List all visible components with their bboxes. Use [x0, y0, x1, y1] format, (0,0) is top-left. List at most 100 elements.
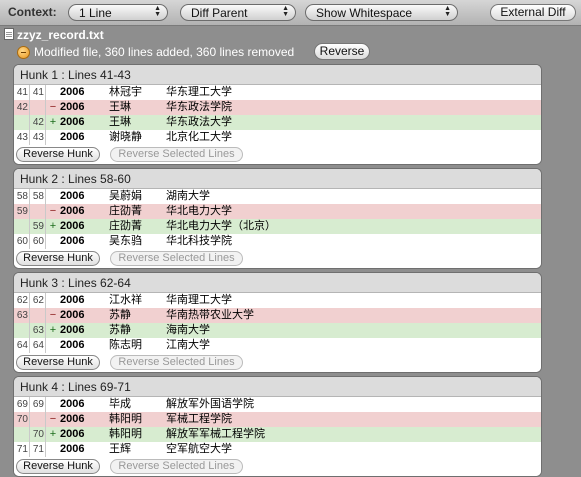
removed-line[interactable]: 70 −2006 韩阳明 军械工程学院	[14, 412, 541, 427]
line-school: 华东政法大学	[166, 116, 232, 128]
line-year: 2006	[60, 398, 85, 410]
added-line[interactable]: 42 +2006 王琳 华东政法大学	[14, 115, 541, 130]
reverse-selected-lines-button[interactable]: Reverse Selected Lines	[110, 147, 243, 162]
gutter-divider	[45, 204, 46, 219]
line-name: 林冠宇	[109, 86, 142, 98]
context-line[interactable]: 69 69 2006 毕成 解放军外国语学院	[14, 397, 541, 412]
hunk-title: Hunk 1 : Lines 41-43	[14, 65, 541, 85]
line-school: 华北电力大学（北京）	[166, 220, 276, 232]
line-name: 吴东驺	[109, 235, 142, 247]
gutter-divider	[45, 412, 46, 427]
line-year: 2006	[60, 309, 85, 321]
gutter-divider	[45, 130, 46, 145]
context-line[interactable]: 58 58 2006 吴蔚娟 湖南大学	[14, 189, 541, 204]
line-school: 空军航空大学	[166, 443, 232, 455]
old-line-number: 63	[16, 310, 28, 321]
added-line[interactable]: 59 +2006 庄劭菁 华北电力大学（北京）	[14, 219, 541, 234]
context-line[interactable]: 41 41 2006 林冠宇 华东理工大学	[14, 85, 541, 100]
removed-line[interactable]: 59 −2006 庄劭菁 华北电力大学	[14, 204, 541, 219]
reverse-selected-lines-button[interactable]: Reverse Selected Lines	[110, 355, 243, 370]
reverse-file-button[interactable]: Reverse	[314, 43, 370, 60]
context-label: Context:	[8, 5, 57, 19]
line-name: 吴蔚娟	[109, 190, 142, 202]
hunk: Hunk 1 : Lines 41-43 41 41 2006 林冠宇 华东理工大学 42−…	[13, 64, 542, 165]
old-line-number: 70	[16, 414, 28, 425]
context-line[interactable]: 60 60 2006 吴东驺 华北科技学院	[14, 234, 541, 249]
gutter-divider	[45, 115, 46, 130]
added-line[interactable]: 70 +2006 韩阳明 解放军军械工程学院	[14, 427, 541, 442]
reverse-hunk-button[interactable]: Reverse Hunk	[16, 459, 100, 474]
line-school: 华南理工大学	[166, 294, 232, 306]
line-school: 北京化工大学	[166, 131, 232, 143]
hunk-title: Hunk 2 : Lines 58-60	[14, 169, 541, 189]
old-line-number: 43	[16, 132, 28, 143]
line-school: 湖南大学	[166, 190, 210, 202]
reverse-hunk-button[interactable]: Reverse Hunk	[16, 251, 100, 266]
reverse-hunk-button[interactable]: Reverse Hunk	[16, 355, 100, 370]
removed-line[interactable]: 63 −2006 苏静 华南热带农业大学	[14, 308, 541, 323]
toolbar: Context: 1 Line ▲ ▼ Diff Parent ▲ ▼ Show W…	[0, 0, 581, 26]
line-name: 谢晓静	[109, 131, 142, 143]
line-year: 2006	[60, 116, 85, 128]
reverse-selected-lines-button[interactable]: Reverse Selected Lines	[110, 459, 243, 474]
hunk-title: Hunk 4 : Lines 69-71	[14, 377, 541, 397]
gutter-divider	[45, 100, 46, 115]
diff-sign: +	[49, 220, 57, 232]
line-school: 军械工程学院	[166, 413, 232, 425]
gutter-divider	[45, 85, 46, 100]
whitespace-select[interactable]: Show Whitespace ▲ ▼	[305, 4, 458, 21]
line-name: 江水祥	[109, 294, 142, 306]
old-line-number: 71	[16, 444, 28, 455]
line-year: 2006	[60, 413, 85, 425]
hunk-actions: Reverse Hunk Reverse Selected Lines	[14, 249, 541, 268]
context-select[interactable]: 1 Line ▲ ▼	[68, 4, 168, 21]
line-name: 王辉	[109, 443, 131, 455]
line-school: 华南热带农业大学	[166, 309, 254, 321]
reverse-hunk-button[interactable]: Reverse Hunk	[16, 147, 100, 162]
gutter-divider	[29, 412, 30, 427]
line-school: 解放军军械工程学院	[166, 428, 265, 440]
old-line-number: 60	[16, 236, 28, 247]
diff-sign: +	[49, 428, 57, 440]
line-year: 2006	[60, 190, 85, 202]
gutter-divider	[29, 308, 30, 323]
line-name: 韩阳明	[109, 413, 142, 425]
new-line-number: 63	[32, 325, 44, 336]
removed-line[interactable]: 42 −2006 王琳 华东政法学院	[14, 100, 541, 115]
file-name: zzyz_record.txt	[17, 28, 104, 42]
new-line-number: 64	[32, 340, 44, 351]
line-year: 2006	[60, 294, 85, 306]
line-name: 王琳	[109, 101, 131, 113]
diff-sign: +	[49, 324, 57, 336]
new-line-number: 43	[32, 132, 44, 143]
line-year: 2006	[60, 339, 85, 351]
reverse-selected-lines-button[interactable]: Reverse Selected Lines	[110, 251, 243, 266]
line-name: 陈志明	[109, 339, 142, 351]
context-line[interactable]: 71 71 2006 王辉 空军航空大学	[14, 442, 541, 457]
diff-parent-select[interactable]: Diff Parent ▲ ▼	[180, 4, 296, 21]
gutter-divider	[45, 189, 46, 204]
line-school: 华北科技学院	[166, 235, 232, 247]
context-line[interactable]: 43 43 2006 谢晓静 北京化工大学	[14, 130, 541, 145]
line-school: 华东政法学院	[166, 101, 232, 113]
line-school: 华北电力大学	[166, 205, 232, 217]
line-name: 韩阳明	[109, 428, 142, 440]
line-school: 海南大学	[166, 324, 210, 336]
gutter-divider	[45, 338, 46, 353]
external-diff-button[interactable]: External Diff	[490, 4, 576, 21]
line-name: 毕成	[109, 398, 131, 410]
context-line[interactable]: 64 64 2006 陈志明 江南大学	[14, 338, 541, 353]
gutter-divider	[45, 219, 46, 234]
line-year: 2006	[60, 443, 85, 455]
line-year: 2006	[60, 324, 85, 336]
old-line-number: 64	[16, 340, 28, 351]
context-line[interactable]: 62 62 2006 江水祥 华南理工大学	[14, 293, 541, 308]
gutter-divider	[45, 234, 46, 249]
old-line-number: 42	[16, 102, 28, 113]
gutter-divider	[45, 397, 46, 412]
updown-arrows-icon: ▲ ▼	[154, 5, 161, 18]
whitespace-value: Show Whitespace	[316, 6, 413, 20]
added-line[interactable]: 63 +2006 苏静 海南大学	[14, 323, 541, 338]
new-line-number: 69	[32, 399, 44, 410]
gutter-divider	[29, 100, 30, 115]
